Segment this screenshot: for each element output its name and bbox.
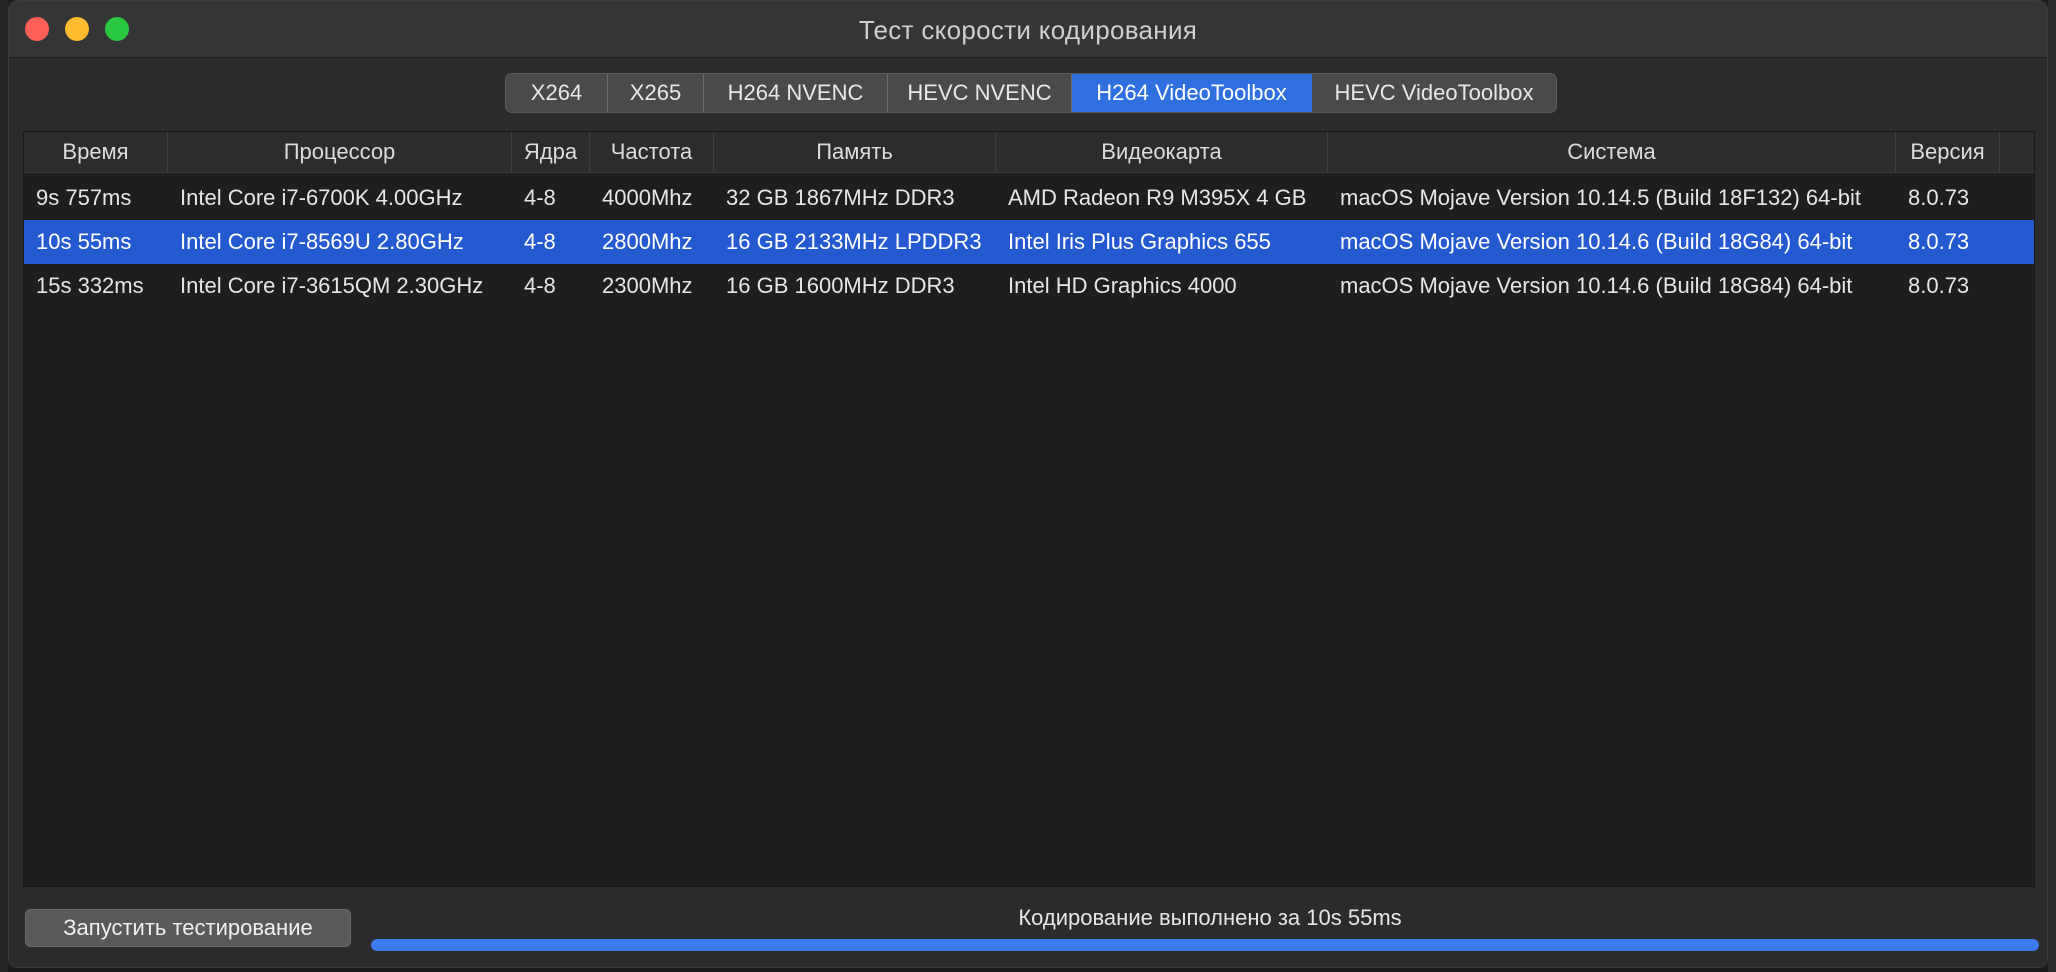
cell-time: 15s 332ms — [36, 273, 144, 298]
cell-memory: 16 GB 2133MHz LPDDR3 — [726, 229, 982, 254]
encoding-test-window: Тест скорости кодирования X264 X265 H264… — [8, 0, 2048, 968]
cell-version: 8.0.73 — [1908, 273, 1970, 298]
cell-frequency: 4000Mhz — [602, 185, 693, 210]
cell-version: 8.0.73 — [1908, 185, 1970, 210]
window-title: Тест скорости кодирования — [858, 15, 1198, 45]
tab-hevc-nvenc[interactable]: HEVC NVENC — [888, 74, 1072, 112]
cell-time: 9s 757ms — [36, 185, 132, 210]
background-window-edge-left — [0, 0, 8, 972]
cell-cores: 4-8 — [524, 229, 556, 254]
tab-h264-nvenc[interactable]: H264 NVENC — [704, 74, 888, 112]
start-test-button[interactable]: Запустить тестирование — [25, 909, 351, 947]
cell-cores: 4-8 — [524, 273, 556, 298]
title-bar: Тест скорости кодирования — [9, 1, 2047, 58]
column-header-gpu[interactable]: Видеокарта — [996, 132, 1328, 172]
column-header-time[interactable]: Время — [24, 132, 168, 172]
table-body: 9s 757ms Intel Core i7-6700K 4.00GHz 4-8… — [24, 176, 2034, 308]
column-header-system[interactable]: Система — [1328, 132, 1896, 172]
table-row[interactable]: 9s 757ms Intel Core i7-6700K 4.00GHz 4-8… — [24, 176, 2034, 220]
cell-processor: Intel Core i7-8569U 2.80GHz — [180, 229, 464, 254]
table-header: Время Процессор Ядра Частота Память Виде… — [24, 132, 2034, 173]
cell-memory: 32 GB 1867MHz DDR3 — [726, 185, 955, 210]
encoder-segmented-control: X264 X265 H264 NVENC HEVC NVENC H264 Vid… — [505, 73, 1557, 113]
cell-frequency: 2300Mhz — [602, 273, 693, 298]
progress-bar — [371, 939, 2039, 951]
table-row-selected[interactable]: 10s 55ms Intel Core i7-8569U 2.80GHz 4-8… — [24, 220, 2034, 264]
tab-hevc-videotoolbox[interactable]: HEVC VideoToolbox — [1312, 74, 1556, 112]
tab-x264[interactable]: X264 — [506, 74, 608, 112]
cell-processor: Intel Core i7-3615QM 2.30GHz — [180, 273, 484, 298]
column-header-processor[interactable]: Процессор — [168, 132, 512, 172]
table-row[interactable]: 15s 332ms Intel Core i7-3615QM 2.30GHz 4… — [24, 264, 2034, 308]
cell-time: 10s 55ms — [36, 229, 132, 254]
tab-x265[interactable]: X265 — [608, 74, 704, 112]
cell-gpu: Intel HD Graphics 4000 — [1008, 273, 1237, 298]
progress-bar-fill — [371, 939, 2039, 951]
cell-system: macOS Mojave Version 10.14.5 (Build 18F1… — [1340, 185, 1861, 210]
background-window-edge-right — [2048, 0, 2056, 972]
cell-system: macOS Mojave Version 10.14.6 (Build 18G8… — [1340, 273, 1853, 298]
cell-version: 8.0.73 — [1908, 229, 1970, 254]
tab-h264-videotoolbox[interactable]: H264 VideoToolbox — [1072, 74, 1312, 112]
cell-system: macOS Mojave Version 10.14.6 (Build 18G8… — [1340, 229, 1853, 254]
cell-memory: 16 GB 1600MHz DDR3 — [726, 273, 955, 298]
cell-gpu: AMD Radeon R9 M395X 4 GB — [1008, 185, 1307, 210]
column-header-cores[interactable]: Ядра — [512, 132, 590, 172]
column-header-memory[interactable]: Память — [714, 132, 996, 172]
cell-gpu: Intel Iris Plus Graphics 655 — [1008, 229, 1271, 254]
cell-processor: Intel Core i7-6700K 4.00GHz — [180, 185, 463, 210]
cell-frequency: 2800Mhz — [602, 229, 693, 254]
status-text: Кодирование выполнено за 10s 55ms — [1018, 905, 1402, 930]
column-header-version[interactable]: Версия — [1896, 132, 2000, 172]
column-header-frequency[interactable]: Частота — [590, 132, 714, 172]
results-table: Время Процессор Ядра Частота Память Виде… — [23, 131, 2035, 887]
cell-cores: 4-8 — [524, 185, 556, 210]
